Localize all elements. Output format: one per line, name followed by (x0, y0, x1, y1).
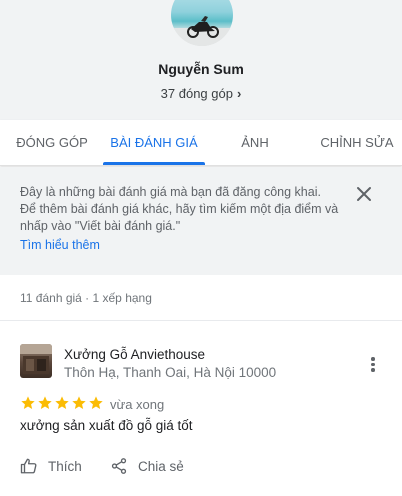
star-rating (20, 395, 104, 411)
tab-bar: ĐÓNG GÓP BÀI ĐÁNH GIÁ ẢNH CHỈNH SỬA (0, 120, 402, 166)
info-banner-text: Đây là những bài đánh giá mà bạn đã đăng… (20, 185, 339, 233)
place-name[interactable]: Xưởng Gỗ Anviethouse (64, 347, 205, 362)
divider (0, 320, 402, 321)
share-icon (111, 458, 127, 474)
close-icon[interactable] (354, 184, 374, 209)
active-tab-indicator (103, 162, 205, 165)
motorbike-photo (171, 16, 233, 46)
info-banner: Đây là những bài đánh giá mà bạn đã đăng… (0, 167, 402, 275)
tab-edits[interactable]: CHỈNH SỬA (314, 120, 400, 166)
star-icon (72, 396, 86, 409)
contributions-link[interactable]: 37 đóng góp › (0, 86, 402, 101)
star-icon (55, 396, 69, 409)
share-label: Chia sẻ (138, 458, 184, 474)
profile-header: Nguyễn Sum 37 đóng góp › (0, 0, 402, 120)
star-icon (21, 396, 35, 409)
tab-contributions[interactable]: ĐÓNG GÓP (12, 120, 92, 166)
star-icon (38, 396, 52, 409)
like-label: Thích (48, 458, 82, 474)
like-button[interactable]: Thích (20, 455, 82, 477)
more-options-icon[interactable] (364, 355, 382, 373)
contributions-count: 37 đóng góp (160, 86, 233, 101)
star-icon (89, 396, 103, 409)
review-summary: 11 đánh giá · 1 xếp hạng (20, 291, 152, 305)
review-text: xưởng sản xuất đồ gỗ giá tốt (20, 418, 193, 433)
share-button[interactable]: Chia sẻ (110, 455, 184, 477)
tab-reviews[interactable]: BÀI ĐÁNH GIÁ (103, 120, 205, 166)
thumbs-up-icon (20, 458, 37, 474)
avatar[interactable] (171, 0, 233, 46)
place-address: Thôn Hạ, Thanh Oai, Hà Nội 10000 (64, 365, 277, 380)
learn-more-link[interactable]: Tìm hiểu thêm (20, 238, 100, 252)
place-thumbnail[interactable] (20, 344, 52, 378)
profile-name: Nguyễn Sum (158, 61, 244, 77)
review-time: vừa xong (110, 397, 165, 412)
chevron-right-icon: › (236, 86, 242, 101)
tab-photos[interactable]: ẢNH (226, 120, 284, 166)
